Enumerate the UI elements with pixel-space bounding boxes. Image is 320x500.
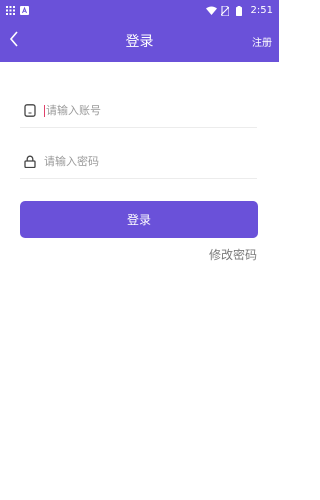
nav-bar: 登录 注册 bbox=[0, 20, 279, 62]
password-input[interactable] bbox=[44, 155, 234, 168]
change-password-link[interactable]: 修改密码 bbox=[209, 246, 257, 263]
account-field bbox=[20, 94, 257, 128]
status-time: 2:51 bbox=[250, 4, 273, 16]
status-right: 2:51 bbox=[205, 4, 273, 16]
status-bar: 2:51 bbox=[0, 0, 279, 20]
text-caret bbox=[44, 104, 45, 117]
battery-icon bbox=[235, 5, 245, 16]
lock-icon bbox=[23, 155, 37, 169]
wifi-icon bbox=[205, 6, 217, 15]
status-left bbox=[6, 5, 29, 15]
no-sim-icon bbox=[220, 5, 230, 16]
page-title: 登录 bbox=[125, 34, 154, 50]
password-field bbox=[20, 145, 257, 179]
register-link[interactable]: 注册 bbox=[252, 34, 272, 49]
phone-icon bbox=[23, 104, 37, 118]
chevron-left-icon bbox=[9, 31, 19, 51]
login-button[interactable]: 登录 bbox=[20, 201, 258, 238]
account-input[interactable] bbox=[46, 104, 236, 117]
back-button[interactable] bbox=[2, 29, 26, 53]
grid-icon bbox=[6, 5, 15, 15]
a-badge-icon bbox=[20, 5, 29, 15]
